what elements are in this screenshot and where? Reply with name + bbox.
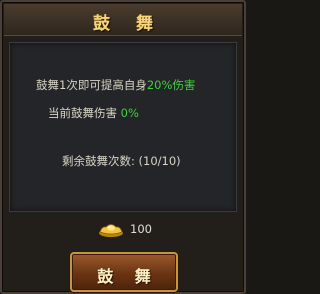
dialog-title-bar: 鼓 舞 xyxy=(4,4,242,36)
inspire-cost: 100 xyxy=(98,220,168,238)
effect-bonus: 20%伤害 xyxy=(146,78,196,92)
inspire-dialog: 鼓 舞 鼓舞1次即可提高自身20%伤害 当前鼓舞伤害 0% 剩余鼓舞次数: (1… xyxy=(0,0,246,294)
effect-description: 鼓舞1次即可提高自身20%伤害 xyxy=(36,77,195,93)
remaining-count-label: 剩余鼓舞次数: xyxy=(62,154,139,168)
inspire-button-label: 鼓 舞 xyxy=(97,267,159,286)
current-damage-label: 当前鼓舞伤害 xyxy=(48,106,117,120)
current-damage-value: 0% xyxy=(120,106,139,120)
inspire-button[interactable]: 鼓 舞 xyxy=(70,252,178,292)
info-panel: 鼓舞1次即可提高自身20%伤害 当前鼓舞伤害 0% 剩余鼓舞次数: (10/10… xyxy=(9,42,237,212)
remaining-count: 剩余鼓舞次数: (10/10) xyxy=(62,153,181,169)
remaining-count-value: (10/10) xyxy=(138,154,181,168)
effect-prefix: 鼓舞1次即可提高自身 xyxy=(36,78,147,92)
current-damage: 当前鼓舞伤害 0% xyxy=(48,105,139,121)
dialog-title: 鼓 舞 xyxy=(93,14,163,34)
gold-ingot-icon xyxy=(99,224,123,237)
cost-amount: 100 xyxy=(130,222,152,236)
